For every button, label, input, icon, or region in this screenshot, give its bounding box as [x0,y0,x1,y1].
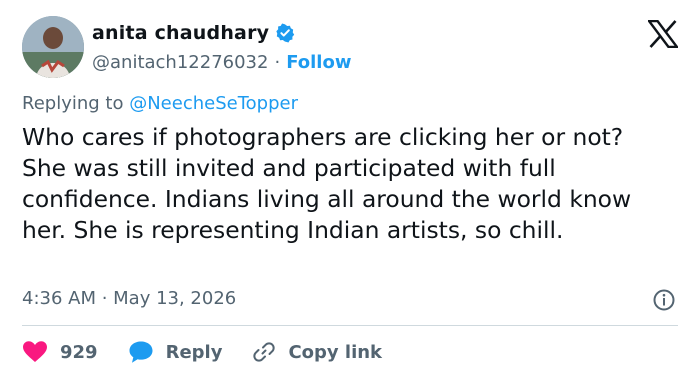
x-logo-icon[interactable] [648,20,678,48]
divider [22,325,678,326]
follow-button[interactable]: Follow [286,52,351,73]
copy-link-button[interactable]: Copy link [252,340,382,364]
author-name[interactable]: anita chaudhary [92,22,269,44]
author-handle[interactable]: @anitach12276032 [92,52,268,73]
speech-bubble-icon [129,341,153,363]
info-icon[interactable] [652,288,676,312]
heart-icon [23,341,47,362]
copy-link-label: Copy link [288,341,383,363]
reply-label: Reply [165,341,223,363]
replying-to: Replying to @NeecheSeTopper [22,93,298,114]
like-count: 929 [60,341,98,363]
tweet-header: anita chaudhary @anitach12276032 · Follo… [92,20,351,76]
avatar[interactable] [22,16,84,78]
link-icon [253,342,276,362]
reply-button[interactable]: Reply [128,340,223,364]
handle-separator: · [274,51,281,73]
like-button[interactable]: 929 [22,340,98,364]
avatar-photo [22,16,84,78]
verified-badge-icon [276,23,295,43]
replying-to-mention[interactable]: @NeecheSeTopper [129,93,298,114]
name-row: anita chaudhary [92,20,351,46]
replying-to-prefix: Replying to [22,93,124,114]
tweet-text: Who cares if photographers are clicking … [22,123,632,244]
action-bar: 929 Reply Copy link [22,336,412,368]
handle-row: @anitach12276032 · Follow [92,48,351,76]
tweet-timestamp[interactable]: 4:36 AM · May 13, 2026 [22,288,236,309]
